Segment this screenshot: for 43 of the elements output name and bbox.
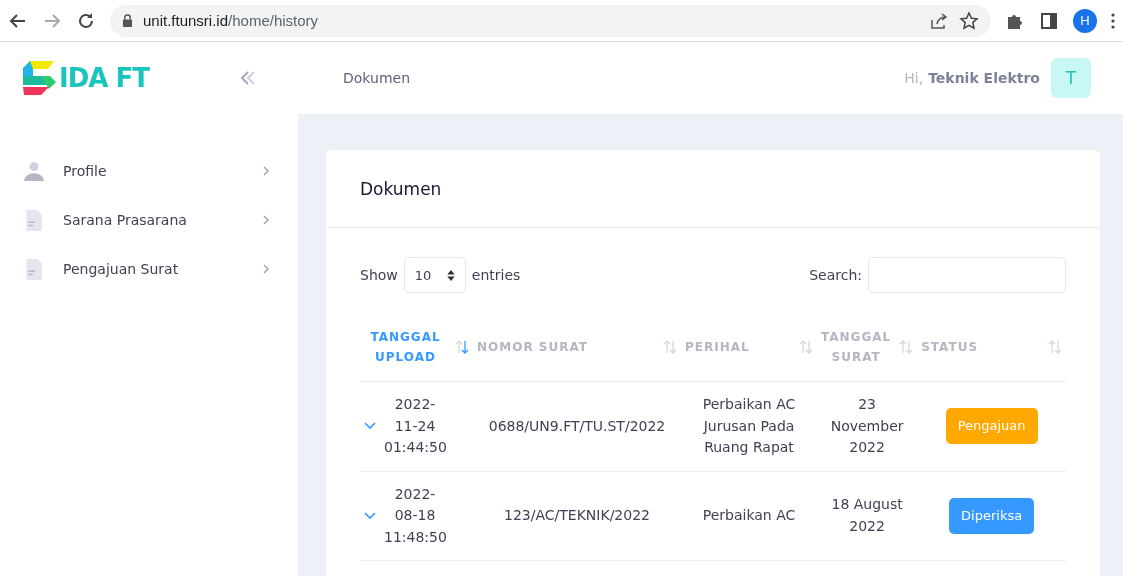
search-label: Search:: [809, 267, 862, 283]
table-cell: 0688/UN9.FT/TU.ST/2022: [488, 417, 666, 434]
profile-avatar[interactable]: H: [1073, 8, 1097, 33]
chevron-right-icon: [262, 262, 270, 275]
address-bar[interactable]: unit.ftunsri.id/home/history: [110, 4, 991, 37]
menu-item[interactable]: Pengajuan Surat: [0, 244, 298, 293]
menu-item[interactable]: Sarana Prasarana: [0, 195, 298, 244]
greeting-text: Hi,: [904, 70, 924, 86]
chevron-right-icon: [262, 213, 270, 226]
show-label: Show: [360, 267, 398, 283]
logo-text: IDA FT: [59, 63, 149, 93]
page-size-select[interactable]: 10: [403, 257, 466, 293]
side-panel-icon[interactable]: [1039, 10, 1059, 31]
document-icon: [23, 208, 45, 231]
menu-item[interactable]: Profile: [0, 146, 298, 195]
expand-icon[interactable]: [364, 422, 376, 431]
table-cell: Perbaikan AC: [702, 507, 796, 523]
status-badge: Diperiksa: [949, 497, 1035, 534]
table-cell: 123/AC/TEKNIK/2022: [504, 507, 650, 523]
card-title: Dokumen: [360, 178, 442, 199]
table-cell-text: 2022-11-24 01:44:50: [384, 395, 446, 457]
status-badge: Pengajuan: [945, 408, 1038, 445]
entries-label: entries: [471, 267, 521, 283]
document-icon: [23, 257, 45, 280]
sort-icon[interactable]: [455, 340, 469, 354]
search-field[interactable]: [868, 257, 1066, 293]
menu-icon[interactable]: [1111, 12, 1115, 29]
expand-icon[interactable]: [364, 511, 376, 520]
table-cell: 18 August 2022: [831, 496, 903, 534]
person-icon: [23, 159, 45, 182]
column-header[interactable]: TANGGAL UPLOAD: [364, 327, 447, 367]
user-name: Teknik Elektro: [928, 70, 1040, 86]
star-icon[interactable]: [959, 10, 979, 31]
table-cell-text: 2022-08-18 11:48:50: [384, 484, 446, 547]
share-icon[interactable]: [929, 10, 949, 31]
chevron-right-icon: [262, 164, 270, 177]
url-text: unit.ftunsri.id/home/history: [143, 12, 319, 29]
breadcrumb[interactable]: Dokumen: [343, 70, 411, 86]
table-cell: Perbaikan AC Jurusan Pada Ruang Rapat: [702, 396, 796, 455]
sort-arrows-icon: [446, 269, 455, 281]
lock-icon: [122, 14, 133, 27]
logo-mark-icon: [22, 60, 58, 96]
table-cell: 23 November 2022: [830, 396, 904, 455]
